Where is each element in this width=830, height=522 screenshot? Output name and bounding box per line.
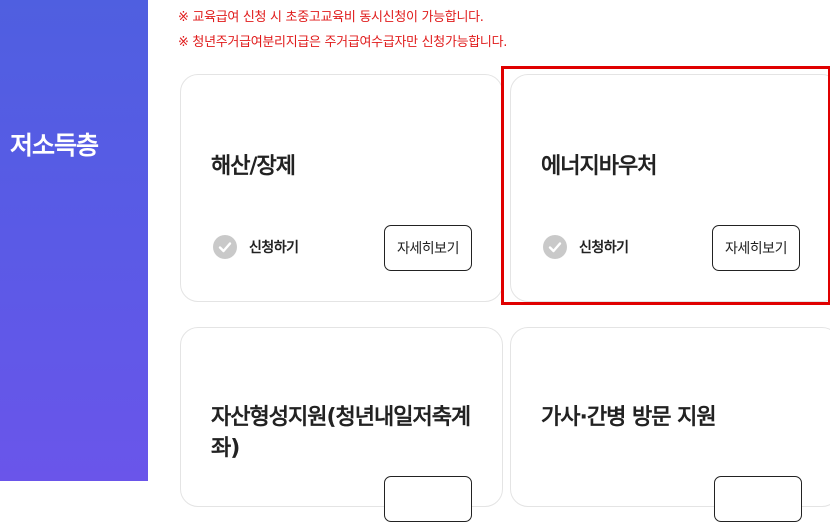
apply-label: 신청하기 <box>249 240 299 256</box>
detail-button[interactable]: 자세히보기 <box>384 225 472 271</box>
card-title: 해산/장제 <box>211 154 296 179</box>
detail-button[interactable] <box>714 476 802 522</box>
card-title: 자산형성지원(청년내일저축계좌) <box>211 405 471 461</box>
sidebar-title: 저소득층 <box>10 131 99 160</box>
card-title: 가사·간병 방문 지원 <box>541 405 717 430</box>
detail-button[interactable] <box>384 476 472 522</box>
notice-housing: ※ 청년주거급여분리지급은 주거급여수급자만 신청가능합니다. <box>178 35 508 50</box>
service-card[interactable]: 자산형성지원(청년내일저축계좌) <box>180 327 503 522</box>
sidebar: 저소득층 <box>0 0 148 481</box>
check-circle-icon <box>213 235 237 259</box>
apply-toggle[interactable]: 신청하기 <box>213 235 299 259</box>
selection-highlight <box>501 66 830 305</box>
service-card[interactable]: 해산/장제 신청하기 자세히보기 <box>180 74 503 302</box>
notice-education: ※ 교육급여 신청 시 초중고교육비 동시신청이 가능합니다. <box>178 10 484 25</box>
service-card[interactable]: 가사·간병 방문 지원 <box>510 327 830 522</box>
